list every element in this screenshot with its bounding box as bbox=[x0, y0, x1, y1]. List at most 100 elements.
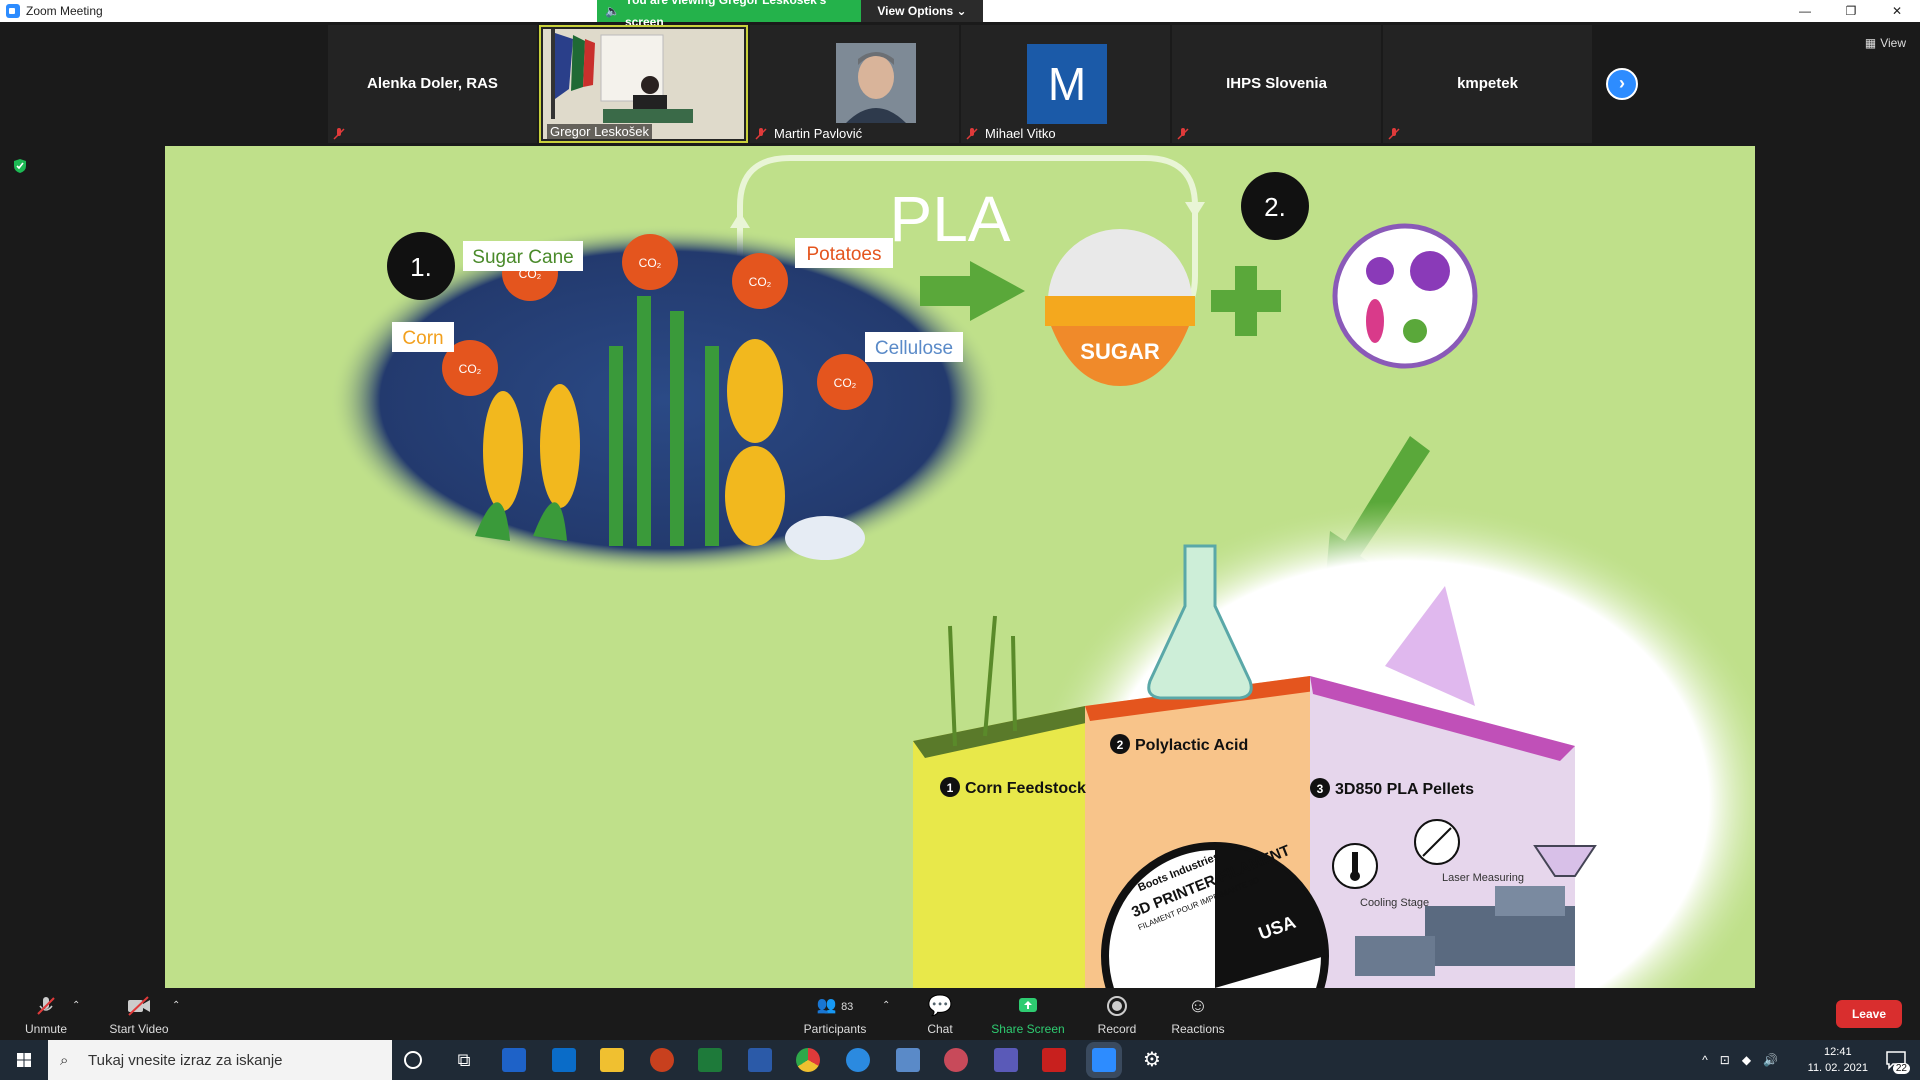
start-video-button[interactable]: Start Video bbox=[106, 994, 172, 1036]
record-button[interactable]: Record bbox=[1096, 994, 1138, 1036]
network-icon[interactable]: ⊡ bbox=[1720, 1053, 1730, 1067]
svg-text:2: 2 bbox=[1117, 738, 1124, 752]
notification-center-icon[interactable]: 22 bbox=[1884, 1048, 1910, 1074]
participants-count: 83 bbox=[841, 1001, 854, 1013]
participant-name: IHPS Slovenia bbox=[1226, 75, 1327, 92]
participant-name: kmpetek bbox=[1457, 75, 1518, 92]
label-cellulose: Cellulose bbox=[875, 338, 953, 359]
participant-tile[interactable]: Martin Pavlović bbox=[750, 25, 959, 143]
meeting-toolbar: Unmute ⌃ Start Video ⌃ 👥 83 Participants… bbox=[0, 990, 1920, 1040]
participant-tile-active-speaker[interactable]: Gregor Leskošek bbox=[539, 25, 748, 143]
step1-label: 1. bbox=[410, 252, 432, 282]
shared-screen-slide: PLA 1. CO₂ CO₂ CO₂ CO₂ CO₂ Sugar Cane Po… bbox=[165, 146, 1755, 988]
participant-tile[interactable]: IHPS Slovenia bbox=[1172, 25, 1381, 143]
participant-avatar: M bbox=[1027, 44, 1107, 124]
view-button[interactable]: ▦ View bbox=[1865, 36, 1906, 50]
restore-button[interactable]: ❐ bbox=[1828, 0, 1874, 22]
sugar-label: SUGAR bbox=[1080, 339, 1160, 364]
taskbar-clock[interactable]: 12:41 11. 02. 2021 bbox=[1808, 1044, 1868, 1076]
svg-text:CO₂: CO₂ bbox=[639, 256, 662, 270]
participant-name: Gregor Leskošek bbox=[547, 124, 652, 139]
process-label-corn-feedstock: Corn Feedstock bbox=[965, 780, 1086, 797]
task-view-icon[interactable]: ⧉ bbox=[452, 1048, 476, 1072]
view-options-label: View Options bbox=[877, 4, 954, 18]
share-screen-button[interactable]: Share Screen bbox=[990, 994, 1066, 1036]
reactions-label: Reactions bbox=[1171, 1022, 1225, 1036]
clock-date: 11. 02. 2021 bbox=[1807, 1062, 1868, 1074]
mic-muted-icon bbox=[966, 128, 978, 140]
taskbar-search[interactable]: ⌕ Tukaj vnesite izraz za iskanje bbox=[48, 1040, 392, 1080]
mic-muted-icon bbox=[1177, 128, 1189, 140]
reactions-icon: ☺ bbox=[1187, 995, 1209, 1017]
record-label: Record bbox=[1097, 1022, 1137, 1036]
taskbar-search-placeholder: Tukaj vnesite izraz za iskanje bbox=[88, 1051, 283, 1069]
notification-count: 22 bbox=[1892, 1063, 1910, 1074]
excel-icon[interactable] bbox=[698, 1048, 722, 1072]
volume-icon[interactable]: 🔊 bbox=[1763, 1053, 1778, 1067]
window-controls: — ❐ ✕ bbox=[1782, 0, 1920, 22]
close-button[interactable]: ✕ bbox=[1874, 0, 1920, 22]
svg-text:1: 1 bbox=[947, 781, 954, 795]
video-options-caret[interactable]: ⌃ bbox=[172, 1000, 180, 1011]
view-options-button[interactable]: View Options ⌄ bbox=[861, 0, 983, 22]
participant-tile[interactable]: kmpetek bbox=[1383, 25, 1592, 143]
cortana-icon[interactable] bbox=[404, 1051, 422, 1069]
windows-start-icon[interactable] bbox=[0, 1040, 48, 1080]
reactions-button[interactable]: ☺ Reactions bbox=[1170, 994, 1226, 1036]
record-icon bbox=[1107, 996, 1127, 1016]
dropbox-icon[interactable]: ◆ bbox=[1742, 1053, 1751, 1067]
mic-muted-icon bbox=[755, 128, 767, 140]
shield-app-icon[interactable] bbox=[896, 1048, 920, 1072]
audio-options-caret[interactable]: ⌃ bbox=[72, 1000, 80, 1011]
outlook-icon[interactable] bbox=[552, 1048, 576, 1072]
svg-text:CO₂: CO₂ bbox=[459, 362, 482, 376]
viewing-status: 🔈 You are viewing Gregor Leskošek's scre… bbox=[597, 0, 861, 29]
view-label: View bbox=[1880, 36, 1906, 50]
step2-label: 2. bbox=[1264, 192, 1286, 222]
clock-time: 12:41 bbox=[1824, 1046, 1852, 1058]
participant-tile[interactable]: M Mihael Vitko bbox=[961, 25, 1170, 143]
search-icon: ⌕ bbox=[60, 1051, 69, 1069]
viewing-banner: 🔈 You are viewing Gregor Leskošek's scre… bbox=[597, 0, 983, 29]
word-icon[interactable] bbox=[748, 1048, 772, 1072]
participant-strip: Alenka Doler, RAS Gregor Leskošek Martin… bbox=[328, 25, 1592, 143]
label-potatoes: Potatoes bbox=[807, 244, 882, 265]
start-video-label: Start Video bbox=[109, 1022, 169, 1036]
tray-chevron-icon[interactable]: ^ bbox=[1702, 1053, 1708, 1067]
teams-icon[interactable] bbox=[994, 1048, 1018, 1072]
app-blue-icon[interactable] bbox=[502, 1048, 526, 1072]
unmute-button[interactable]: Unmute bbox=[22, 994, 70, 1036]
chrome-icon[interactable] bbox=[796, 1048, 820, 1072]
participants-button[interactable]: 👥 83 Participants bbox=[800, 994, 870, 1036]
participant-video bbox=[543, 29, 744, 139]
minimize-button[interactable]: — bbox=[1782, 0, 1828, 22]
powerpoint-icon[interactable] bbox=[650, 1048, 674, 1072]
zoom-taskbar-icon[interactable] bbox=[1092, 1048, 1116, 1072]
share-screen-label: Share Screen bbox=[991, 1022, 1065, 1036]
share-screen-icon bbox=[1019, 998, 1037, 1012]
zoom-app-icon bbox=[6, 4, 20, 18]
acrobat-icon[interactable] bbox=[1042, 1048, 1066, 1072]
app-red-icon[interactable] bbox=[944, 1048, 968, 1072]
participant-photo bbox=[836, 43, 916, 123]
video-off-icon bbox=[128, 996, 150, 1016]
windows-taskbar: ⌕ Tukaj vnesite izraz za iskanje ⧉ ⚙ ^ ⊡… bbox=[0, 1040, 1920, 1080]
chat-button[interactable]: 💬 Chat bbox=[924, 994, 956, 1036]
chevron-right-icon: › bbox=[1619, 73, 1625, 93]
settings-gear-icon[interactable]: ⚙ bbox=[1140, 1048, 1164, 1072]
cooling-label: Cooling Stage bbox=[1360, 897, 1429, 909]
participant-tile[interactable]: Alenka Doler, RAS bbox=[328, 25, 537, 143]
mic-muted-icon bbox=[333, 128, 345, 140]
internet-explorer-icon[interactable] bbox=[846, 1048, 870, 1072]
mic-muted-icon bbox=[37, 997, 55, 1015]
pla-diagram: PLA 1. CO₂ CO₂ CO₂ CO₂ CO₂ Sugar Cane Po… bbox=[330, 155, 1755, 988]
next-page-button[interactable]: › bbox=[1606, 68, 1638, 100]
security-shield-icon[interactable] bbox=[13, 158, 27, 174]
label-corn: Corn bbox=[402, 328, 443, 349]
file-explorer-icon[interactable] bbox=[600, 1048, 624, 1072]
window-title: Zoom Meeting bbox=[26, 4, 103, 18]
svg-text:CO₂: CO₂ bbox=[749, 275, 772, 289]
leave-button[interactable]: Leave bbox=[1835, 1000, 1902, 1028]
participants-options-caret[interactable]: ⌃ bbox=[882, 1000, 890, 1011]
participants-icon: 👥 83 bbox=[816, 997, 854, 1014]
